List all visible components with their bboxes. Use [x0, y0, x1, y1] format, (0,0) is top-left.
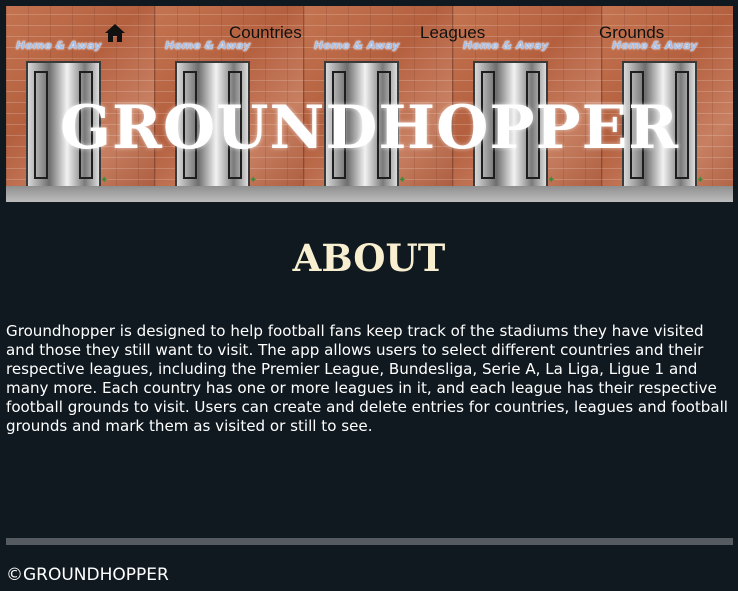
footer-copyright: ©GROUNDHOPPER: [6, 565, 169, 585]
doorstep: [453, 186, 602, 202]
main-nav: Countries Leagues Grounds: [6, 6, 733, 58]
plant-icon: ✦: [398, 175, 407, 186]
doorstep: [304, 186, 453, 202]
plant-icon: ✦: [100, 175, 109, 186]
home-icon: [105, 24, 125, 42]
doorstep: [6, 186, 155, 202]
home-link[interactable]: [104, 23, 126, 43]
nav-leagues-link[interactable]: Leagues: [420, 23, 485, 43]
about-paragraph: Groundhopper is designed to help footbal…: [6, 322, 728, 435]
nav-grounds-link[interactable]: Grounds: [599, 23, 664, 43]
footer-divider: [6, 538, 733, 545]
doorstep: [155, 186, 304, 202]
page-title: ABOUT: [292, 236, 446, 280]
plant-icon: ✦: [249, 175, 258, 186]
header-banner: Home & Away ✦ Home & Away ✦ Home & Away …: [6, 6, 733, 202]
plant-icon: ✦: [547, 175, 556, 186]
brand-title: GROUNDHOPPER: [59, 93, 680, 163]
nav-countries-link[interactable]: Countries: [229, 23, 302, 43]
doorstep: [602, 186, 733, 202]
plant-icon: ✦: [696, 175, 705, 186]
